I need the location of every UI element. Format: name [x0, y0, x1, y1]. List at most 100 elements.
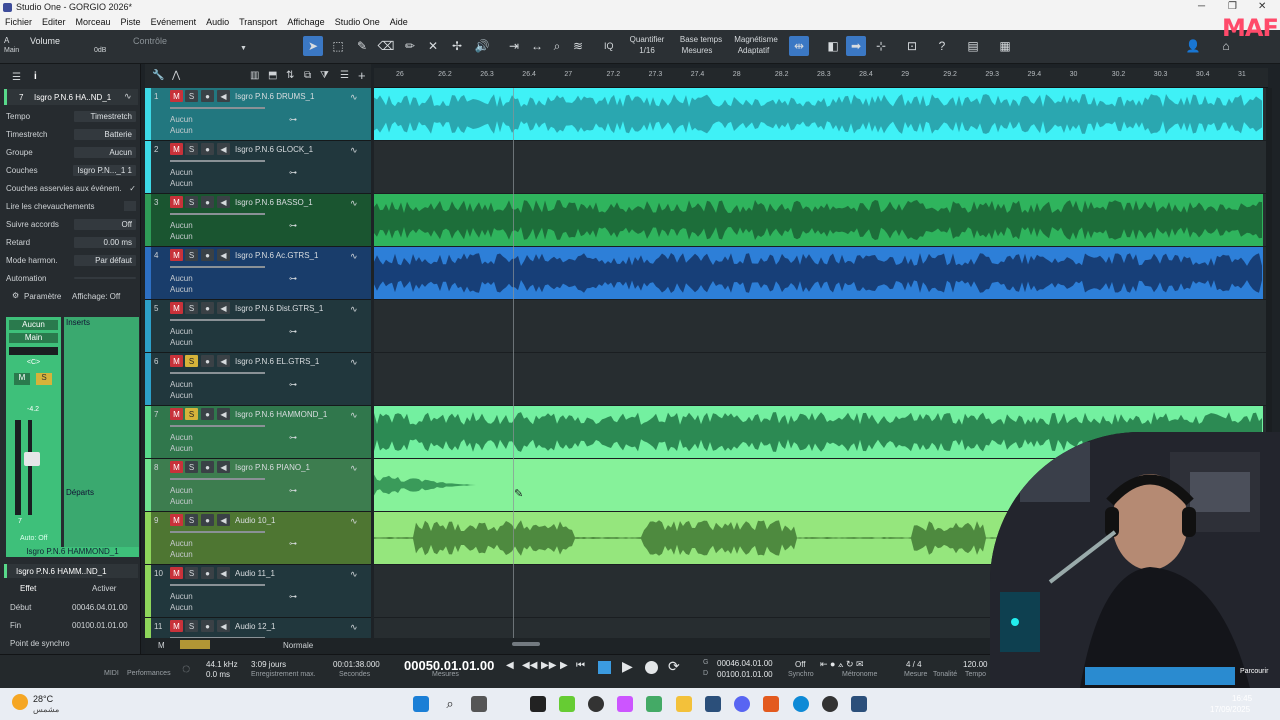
volume-slider[interactable]: [170, 107, 265, 109]
track-lane[interactable]: [374, 247, 1268, 300]
record-arm-button[interactable]: ●: [201, 355, 214, 367]
solo-button[interactable]: S: [185, 567, 198, 579]
performance-label[interactable]: Performances: [127, 670, 171, 677]
solo-button[interactable]: S: [185, 302, 198, 314]
solo-button[interactable]: S: [185, 249, 198, 261]
track-name[interactable]: Isgro P.N.6 BASSO_1: [235, 198, 313, 207]
monitor-button[interactable]: ◀: [217, 567, 230, 579]
waveform-icon[interactable]: ∿: [350, 569, 358, 580]
inspector-row-layers[interactable]: Couches Isgro P.N..._1 1: [6, 163, 136, 177]
to-start-icon[interactable]: ⏮: [576, 660, 585, 671]
solo-button[interactable]: S: [185, 461, 198, 473]
solo-button[interactable]: S: [185, 408, 198, 420]
info-icon[interactable]: i: [34, 71, 37, 82]
waveform-icon[interactable]: ∿: [350, 251, 358, 262]
arrow-tool-icon[interactable]: ➤: [303, 36, 323, 56]
play-button[interactable]: ▶: [622, 658, 633, 675]
mute-tool-icon[interactable]: ✕: [423, 36, 443, 56]
inspector-row-group[interactable]: Groupe Aucun: [6, 145, 136, 159]
loop-end[interactable]: 00100.01.01.00: [717, 670, 773, 679]
toggle-icon[interactable]: ⊶: [289, 380, 297, 389]
waveform-icon[interactable]: ∿: [350, 463, 358, 474]
mute-button[interactable]: M: [170, 143, 183, 155]
record-arm-button[interactable]: ●: [201, 408, 214, 420]
time-signature-label[interactable]: Mesure: [904, 671, 927, 678]
track-lane[interactable]: [374, 353, 1268, 406]
app-store-icon[interactable]: [646, 696, 662, 712]
weather-icon[interactable]: [12, 694, 28, 710]
monitor-button[interactable]: ◀: [217, 196, 230, 208]
inspector-row-harmonic-mode[interactable]: Mode harmon. Par défaut: [6, 253, 136, 267]
toggle-icon[interactable]: ⊶: [289, 433, 297, 442]
track-name[interactable]: Isgro P.N.6 PIANO_1: [235, 463, 310, 472]
task-view-icon[interactable]: [471, 696, 487, 712]
rewind-icon[interactable]: ◀: [506, 660, 514, 671]
seconds-label[interactable]: Secondes: [339, 671, 370, 678]
inspector-row-tempo[interactable]: Tempo Timestretch: [6, 109, 136, 123]
volume-slider[interactable]: [170, 319, 265, 321]
gear-icon[interactable]: ⚙: [12, 291, 19, 300]
track-output[interactable]: Aucun: [170, 444, 193, 453]
search-icon[interactable]: ⌕: [442, 696, 458, 712]
horizontal-scroll-thumb[interactable]: [512, 642, 540, 646]
track-name[interactable]: Isgro P.N.6 HAMMOND_1: [235, 410, 327, 419]
app-chrome-icon[interactable]: [822, 696, 838, 712]
track-header[interactable]: 9 M S ● ◀ Audio 10_1 ∿ Aucun ⊶ Aucun: [145, 512, 371, 565]
menu-help[interactable]: Aide: [390, 17, 408, 27]
chevron-down-icon[interactable]: ▼: [240, 45, 247, 52]
toggle-icon[interactable]: ⊶: [289, 539, 297, 548]
track-input[interactable]: Aucun: [170, 168, 193, 177]
track-input[interactable]: Aucun: [170, 327, 193, 336]
key-label[interactable]: Tonalité: [933, 671, 957, 678]
channel-output[interactable]: Main: [9, 333, 58, 343]
track-name[interactable]: Audio 10_1: [235, 516, 275, 525]
record-arm-button[interactable]: ●: [201, 567, 214, 579]
record-arm-button[interactable]: ●: [201, 90, 214, 102]
track-input[interactable]: Aucun: [170, 539, 193, 548]
event-name[interactable]: Isgro P.N.6 HAMM..ND_1: [16, 567, 107, 576]
track-lane[interactable]: [374, 194, 1268, 247]
toggle-icon[interactable]: ⊶: [289, 486, 297, 495]
track-header[interactable]: 1 M S ● ◀ Isgro P.N.6 DRUMS_1 ∿ Aucun ⊶ Aucun: [145, 88, 371, 141]
audio-clip[interactable]: [374, 247, 1263, 299]
mute-button[interactable]: M: [170, 461, 183, 473]
solo-button[interactable]: S: [185, 196, 198, 208]
volume-fader[interactable]: [24, 452, 40, 466]
track-input[interactable]: Aucun: [170, 115, 193, 124]
record-button[interactable]: [645, 661, 658, 674]
track-output[interactable]: Aucun: [170, 338, 193, 347]
menu-edit[interactable]: Editer: [42, 17, 66, 27]
sends-label[interactable]: Départs: [66, 488, 94, 497]
mute-button[interactable]: M: [170, 620, 183, 632]
menu-song[interactable]: Morceau: [76, 17, 111, 27]
channel-mute-button[interactable]: M: [14, 373, 30, 385]
track-name[interactable]: Isgro P.N.6 EL.GTRS_1: [235, 357, 319, 366]
mute-button[interactable]: M: [170, 514, 183, 526]
wrench-icon[interactable]: 🔧: [152, 70, 164, 81]
track-name[interactable]: Audio 11_1: [235, 569, 275, 578]
inspector-row-delay[interactable]: Retard 0.00 ms: [6, 235, 136, 249]
waveform-icon[interactable]: ∿: [124, 91, 132, 102]
windows-start-icon[interactable]: [413, 696, 429, 712]
app-green-icon[interactable]: [559, 696, 575, 712]
volume-slider[interactable]: [170, 266, 265, 268]
monitor-button[interactable]: ◀: [217, 302, 230, 314]
track-output[interactable]: Aucun: [170, 391, 193, 400]
loop-icon[interactable]: ⟳: [668, 658, 680, 675]
tempo-value[interactable]: 120.00: [963, 660, 987, 669]
track-header[interactable]: 7 M S ● ◀ Isgro P.N.6 HAMMOND_1 ∿ Aucun ⊶ Aucun: [145, 406, 371, 459]
track-name[interactable]: Isgro P.N.6 DRUMS_1: [235, 92, 314, 101]
inspector-track-name[interactable]: Isgro P.N.6 HA..ND_1: [34, 93, 111, 102]
timeline-ruler[interactable]: 26 26.2 26.3 26.4 27 27.2 27.3 27.4 28 28.2 28.3 28…: [374, 68, 1268, 88]
toggle-icon[interactable]: ⊶: [289, 221, 297, 230]
control-label[interactable]: Contrôle: [133, 36, 167, 46]
listen-tool-icon[interactable]: 🔊: [472, 36, 492, 56]
menu-event[interactable]: Evénement: [151, 17, 197, 27]
inserts-label[interactable]: Inserts: [66, 318, 90, 327]
list-icon[interactable]: ☰: [12, 72, 21, 83]
track-input[interactable]: Aucun: [170, 433, 193, 442]
timecode-icon[interactable]: ⊡: [902, 36, 922, 56]
track-output[interactable]: Aucun: [170, 285, 193, 294]
channel-solo-button[interactable]: S: [36, 373, 52, 385]
automation-curve-icon[interactable]: ⋀: [172, 70, 180, 81]
